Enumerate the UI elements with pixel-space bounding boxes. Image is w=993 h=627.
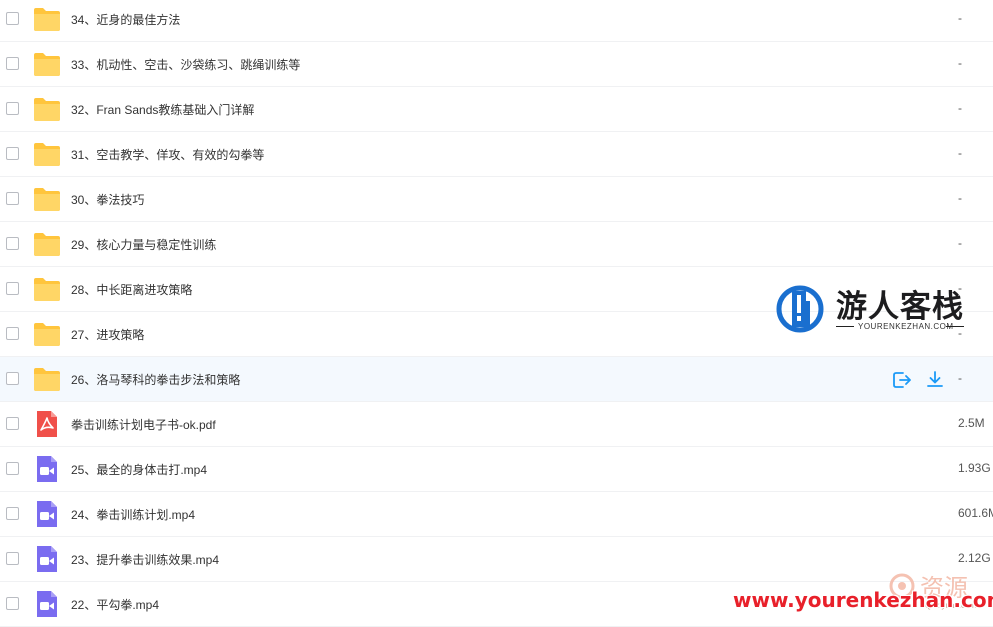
file-name[interactable]: 25、最全的身体击打.mp4 <box>71 461 207 478</box>
file-name[interactable]: 22、平勾拳.mp4 <box>71 596 159 613</box>
watermark-logo-mark-icon <box>776 285 824 333</box>
file-size: - <box>958 371 962 385</box>
file-name[interactable]: 24、拳击训练计划.mp4 <box>71 506 195 523</box>
file-row[interactable]: 30、拳法技巧 - <box>0 177 993 222</box>
folder-icon <box>33 51 61 77</box>
file-size: 2.12G <box>958 551 991 565</box>
folder-icon <box>33 321 61 347</box>
row-checkbox[interactable] <box>6 192 19 205</box>
file-row[interactable]: 31、空击教学、佯攻、有效的勾拳等 - <box>0 132 993 177</box>
row-checkbox[interactable] <box>6 462 19 475</box>
row-checkbox[interactable] <box>6 57 19 70</box>
row-checkbox[interactable] <box>6 507 19 520</box>
video-file-icon <box>33 456 61 482</box>
file-row[interactable]: 34、近身的最佳方法 - <box>0 0 993 42</box>
file-size: 601.6M <box>958 506 993 520</box>
file-name[interactable]: 32、Fran Sands教练基础入门详解 <box>71 101 254 118</box>
folder-icon <box>33 276 61 302</box>
file-name[interactable]: 33、机动性、空击、沙袋练习、跳绳训练等 <box>71 56 300 73</box>
row-checkbox[interactable] <box>6 552 19 565</box>
file-row[interactable]: 24、拳击训练计划.mp4 601.6M <box>0 492 993 537</box>
row-checkbox[interactable] <box>6 12 19 25</box>
folder-icon <box>33 96 61 122</box>
folder-icon <box>33 231 61 257</box>
video-file-icon <box>33 591 61 617</box>
row-checkbox[interactable] <box>6 597 19 610</box>
file-name[interactable]: 30、拳法技巧 <box>71 191 144 208</box>
file-size: - <box>958 101 962 115</box>
watermark-line-left <box>836 326 854 327</box>
row-checkbox[interactable] <box>6 372 19 385</box>
file-size: - <box>958 191 962 205</box>
file-size: - <box>958 56 962 70</box>
video-file-icon <box>33 546 61 572</box>
file-size: - <box>958 11 962 25</box>
file-row[interactable]: 25、最全的身体击打.mp4 1.93G <box>0 447 993 492</box>
file-name[interactable]: 34、近身的最佳方法 <box>71 11 180 28</box>
file-row[interactable]: 26、洛马琴科的拳击步法和策略 - <box>0 357 993 402</box>
folder-icon <box>33 141 61 167</box>
watermark-logo: 游人客栈 YOURENKEZHAN.COM <box>776 281 976 339</box>
file-name[interactable]: 31、空击教学、佯攻、有效的勾拳等 <box>71 146 264 163</box>
file-row[interactable]: 29、核心力量与稳定性训练 - <box>0 222 993 267</box>
file-name[interactable]: 拳击训练计划电子书-ok.pdf <box>71 416 216 433</box>
folder-icon <box>33 186 61 212</box>
file-name[interactable]: 29、核心力量与稳定性训练 <box>71 236 216 253</box>
share-icon[interactable] <box>892 370 912 390</box>
watermark-line-right <box>946 326 964 327</box>
watermark-url: www.yourenkezhan.com <box>733 588 993 612</box>
folder-icon <box>33 6 61 32</box>
file-row[interactable]: 23、提升拳击训练效果.mp4 2.12G <box>0 537 993 582</box>
folder-icon <box>33 366 61 392</box>
video-file-icon <box>33 501 61 527</box>
row-checkbox[interactable] <box>6 417 19 430</box>
file-size: 2.5M <box>958 416 985 430</box>
file-size: 1.93G <box>958 461 991 475</box>
row-checkbox[interactable] <box>6 102 19 115</box>
row-checkbox[interactable] <box>6 327 19 340</box>
file-row[interactable]: 32、Fran Sands教练基础入门详解 - <box>0 87 993 132</box>
download-icon[interactable] <box>925 370 945 390</box>
file-row[interactable]: 拳击训练计划电子书-ok.pdf 2.5M <box>0 402 993 447</box>
file-name[interactable]: 28、中长距离进攻策略 <box>71 281 192 298</box>
watermark-logo-subtitle: YOURENKEZHAN.COM <box>858 322 954 331</box>
file-name[interactable]: 23、提升拳击训练效果.mp4 <box>71 551 219 568</box>
file-size: - <box>958 236 962 250</box>
row-checkbox[interactable] <box>6 147 19 160</box>
file-size: - <box>958 146 962 160</box>
pdf-file-icon <box>33 411 61 437</box>
watermark-logo-title: 游人客栈 <box>836 289 964 325</box>
file-name[interactable]: 27、进攻策略 <box>71 326 144 343</box>
file-name[interactable]: 26、洛马琴科的拳击步法和策略 <box>71 371 240 388</box>
row-checkbox[interactable] <box>6 237 19 250</box>
file-row[interactable]: 33、机动性、空击、沙袋练习、跳绳训练等 - <box>0 42 993 87</box>
row-checkbox[interactable] <box>6 282 19 295</box>
